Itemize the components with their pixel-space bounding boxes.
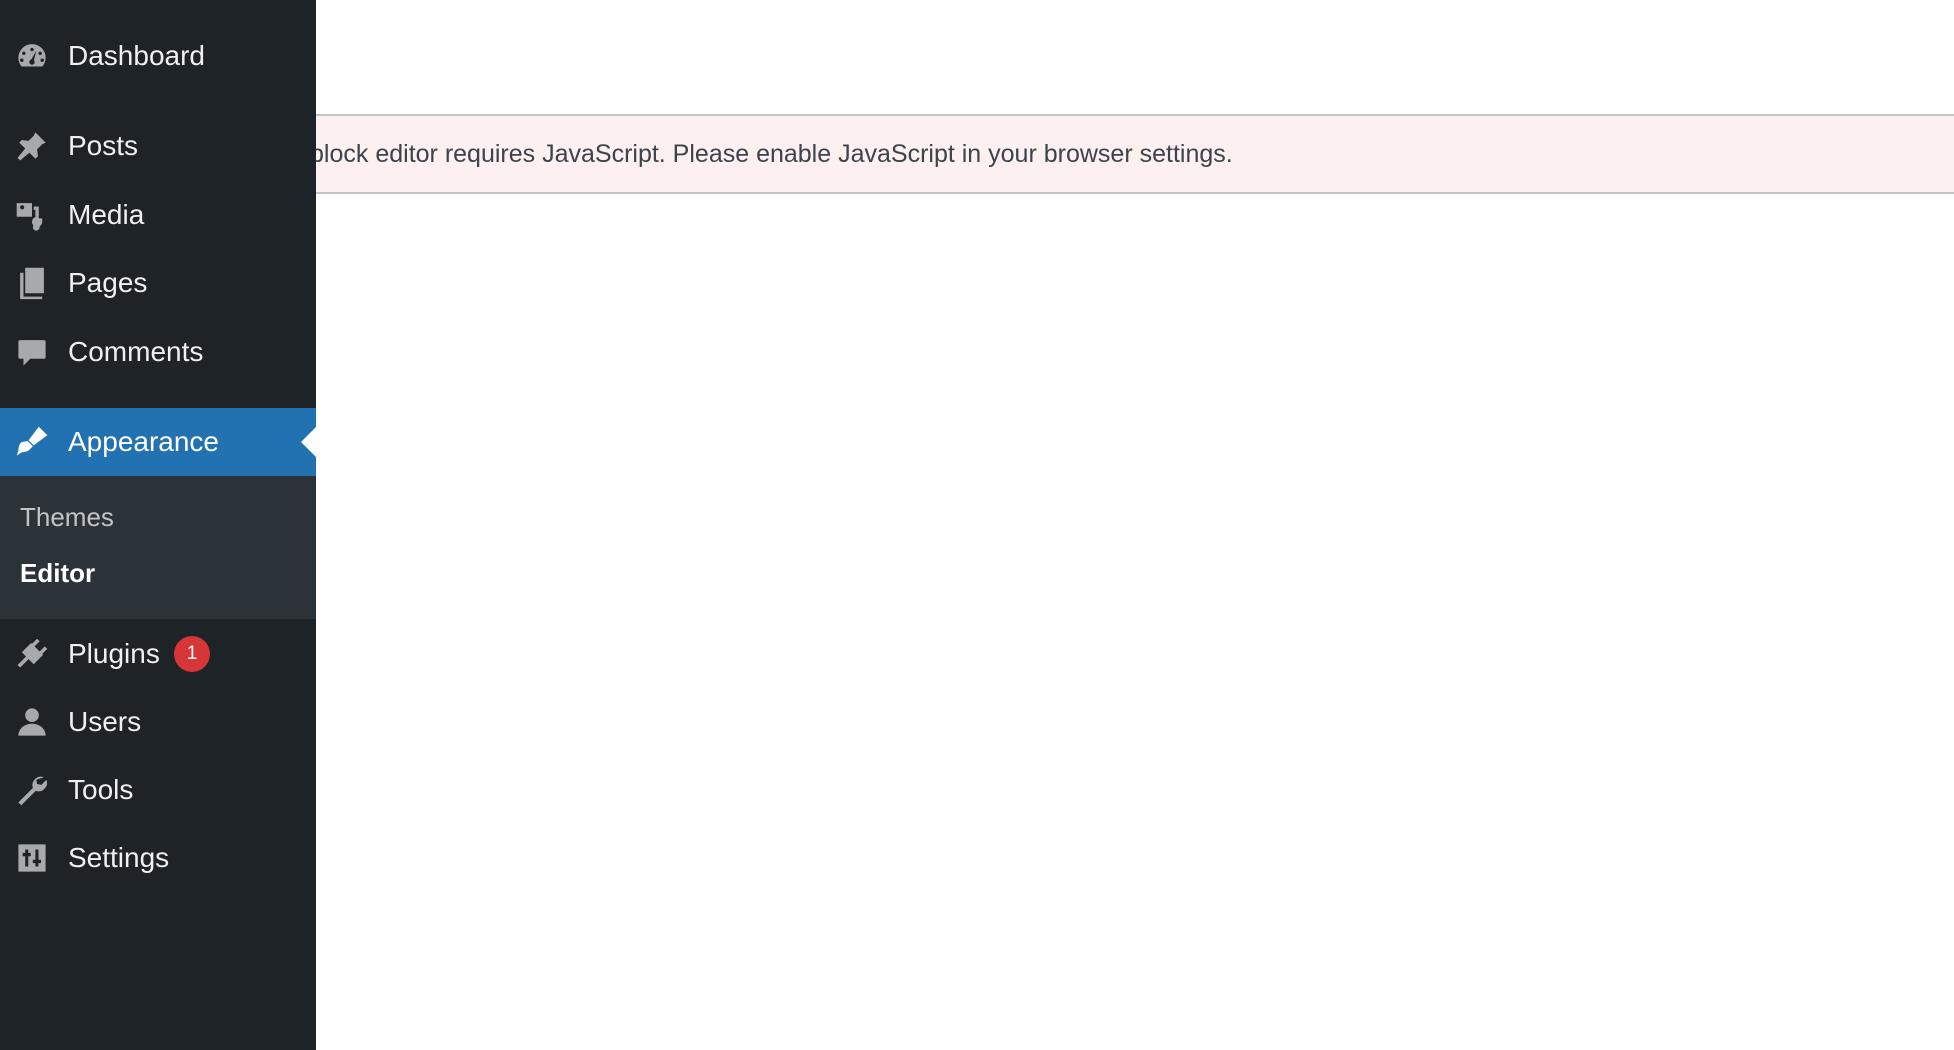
sidebar-item-label: Media: [68, 199, 145, 230]
sidebar-item-dashboard[interactable]: Dashboard: [0, 22, 316, 90]
appearance-submenu: Themes Editor: [0, 476, 316, 619]
settings-icon: [14, 840, 50, 876]
sidebar-item-pages[interactable]: Pages: [0, 249, 316, 317]
sidebar-item-label: Comments: [68, 336, 204, 367]
wrench-icon: [14, 772, 50, 808]
sidebar-item-label: Users: [68, 706, 142, 737]
sidebar-item-label: Appearance: [68, 426, 220, 457]
admin-sidebar: Dashboard Posts Media Pages Comments App…: [0, 0, 316, 1050]
sidebar-item-label: Plugins: [68, 638, 160, 669]
active-indicator-arrow: [301, 427, 316, 457]
javascript-required-notice: The block editor requires JavaScript. Pl…: [316, 114, 1954, 194]
sidebar-item-plugins[interactable]: Plugins 1: [0, 620, 316, 688]
sidebar-item-media[interactable]: Media: [0, 181, 316, 249]
sidebar-item-label: Settings: [68, 842, 170, 873]
sidebar-item-comments[interactable]: Comments: [0, 318, 316, 386]
sidebar-item-label: Dashboard: [68, 40, 205, 71]
pages-icon: [14, 265, 50, 301]
user-icon: [14, 704, 50, 740]
sidebar-item-users[interactable]: Users: [0, 688, 316, 756]
sidebar-item-tools[interactable]: Tools: [0, 756, 316, 824]
submenu-item-editor[interactable]: Editor: [20, 558, 95, 589]
pin-icon: [14, 128, 50, 164]
brush-icon: [14, 424, 50, 460]
sidebar-item-settings[interactable]: Settings: [0, 824, 316, 892]
update-count-badge: 1: [174, 636, 210, 672]
dashboard-icon: [14, 38, 50, 74]
notice-message: The block editor requires JavaScript. Pl…: [316, 140, 1233, 168]
comment-icon: [14, 334, 50, 370]
plugin-icon: [14, 636, 50, 672]
sidebar-item-label: Posts: [68, 130, 139, 161]
sidebar-item-posts[interactable]: Posts: [0, 112, 316, 180]
submenu-item-themes[interactable]: Themes: [20, 502, 114, 533]
sidebar-item-label: Pages: [68, 267, 148, 298]
media-icon: [14, 197, 50, 233]
sidebar-item-label: Tools: [68, 774, 134, 805]
sidebar-item-appearance[interactable]: Appearance: [0, 408, 316, 476]
